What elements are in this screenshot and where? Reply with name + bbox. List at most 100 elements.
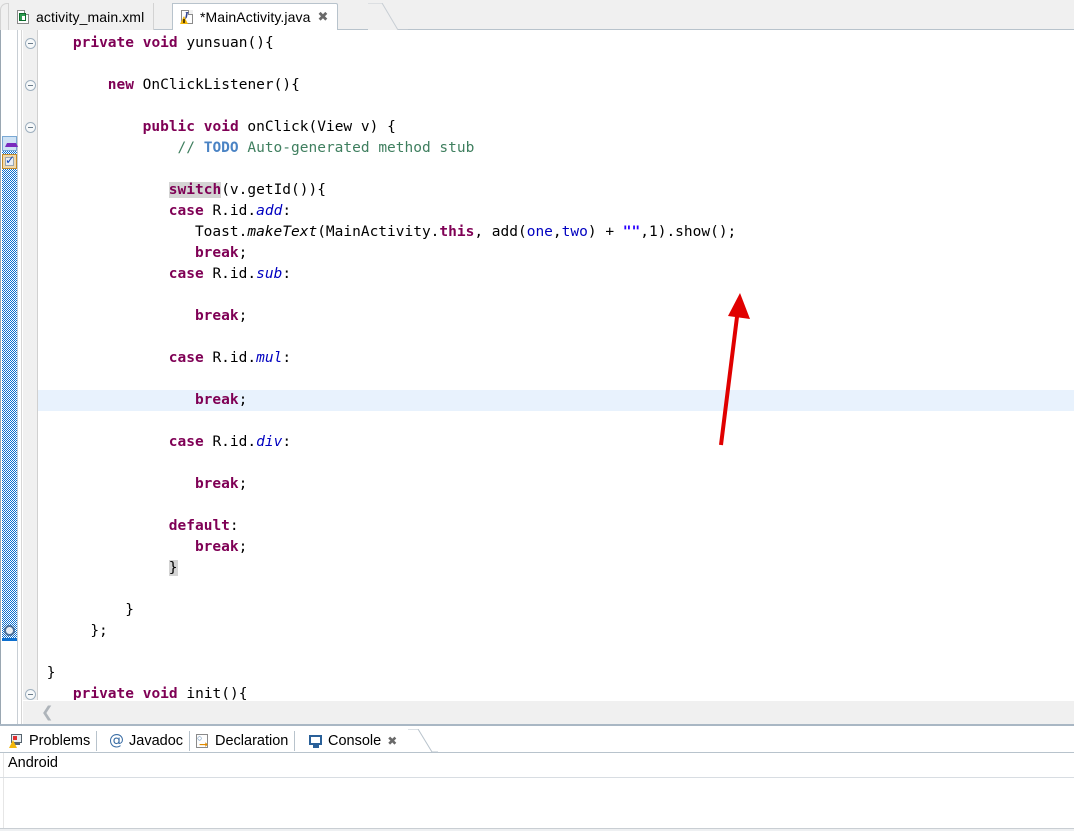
tab-strip-right-slant <box>368 3 408 31</box>
todo-task-marker-icon[interactable]: ✓ <box>2 154 17 169</box>
bookmark-marker-icon[interactable] <box>2 623 17 638</box>
code-line[interactable]: break; <box>38 306 1074 327</box>
code-token: Auto-generated method stub <box>238 140 475 156</box>
code-line[interactable]: new OnClickListener(){ <box>38 75 1074 96</box>
code-token: this <box>439 224 475 240</box>
code-token: add <box>256 203 283 219</box>
code-token: one <box>526 224 553 240</box>
fold-collapse-icon[interactable] <box>25 38 36 49</box>
code-line[interactable]: case R.id.mul: <box>38 348 1074 369</box>
code-line[interactable] <box>38 579 1074 600</box>
code-line[interactable]: private void yunsuan(){ <box>38 33 1074 54</box>
code-line[interactable]: break; <box>38 474 1074 495</box>
code-line[interactable] <box>38 327 1074 348</box>
code-line[interactable] <box>38 411 1074 432</box>
code-line[interactable]: case R.id.add: <box>38 201 1074 222</box>
code-token: private <box>72 35 134 51</box>
editor-horizontal-scrollbar[interactable]: ❮ <box>23 700 1074 726</box>
code-token: } <box>168 560 178 576</box>
bottom-tab-bar: Problems @ Javadoc ○ ➞ Declaration Conso… <box>0 728 1074 753</box>
code-token: R.id. <box>203 203 257 219</box>
code-token: case <box>168 434 204 450</box>
java-file-warning-icon: J <box>180 9 195 25</box>
code-token: two <box>561 224 588 240</box>
code-editor[interactable]: ✓ private void yunsuan(){ new OnClickList… <box>0 30 1074 726</box>
code-line[interactable] <box>38 642 1074 663</box>
code-surface[interactable]: private void yunsuan(){ new OnClickListen… <box>38 30 1074 726</box>
code-line[interactable]: } <box>38 663 1074 684</box>
code-token: ; <box>238 308 248 324</box>
fold-collapse-icon[interactable] <box>25 122 36 133</box>
code-token: ; <box>238 392 248 408</box>
declaration-icon: ○ ➞ <box>196 733 209 751</box>
code-line[interactable] <box>38 54 1074 75</box>
code-token: (v.getId()){ <box>221 182 326 198</box>
code-token: case <box>168 266 204 282</box>
code-token: mul <box>256 350 283 366</box>
code-token: makeText <box>247 224 318 240</box>
code-line[interactable]: } <box>38 558 1074 579</box>
code-token: ,1).show(); <box>640 224 737 240</box>
scroll-left-chevron-icon[interactable]: ❮ <box>41 705 54 720</box>
code-line[interactable] <box>38 369 1074 390</box>
code-line[interactable] <box>38 285 1074 306</box>
code-token: ) + <box>587 224 623 240</box>
code-line[interactable]: public void onClick(View v) { <box>38 117 1074 138</box>
code-token: : <box>282 434 292 450</box>
code-token: div <box>256 434 283 450</box>
code-token: } <box>46 665 56 681</box>
ruler-right-border <box>17 30 18 726</box>
tab-problems[interactable]: Problems <box>4 729 98 753</box>
javadoc-icon: @ <box>109 731 124 749</box>
editor-fold-gutter[interactable] <box>23 30 38 726</box>
folded-region-marker-icon[interactable] <box>2 136 18 151</box>
bottom-tab-label: Problems <box>29 733 91 749</box>
code-token: case <box>168 203 204 219</box>
tab-javadoc[interactable]: @ Javadoc <box>104 729 191 753</box>
close-icon[interactable]: ✖ <box>317 11 328 24</box>
code-token: break <box>194 539 239 555</box>
code-line[interactable]: break; <box>38 537 1074 558</box>
code-line[interactable]: case R.id.sub: <box>38 264 1074 285</box>
scrollbar-thumb-cap[interactable] <box>2 638 17 641</box>
code-line[interactable]: switch(v.getId()){ <box>38 180 1074 201</box>
code-token: , <box>552 224 562 240</box>
tab-declaration[interactable]: ○ ➞ Declaration <box>190 729 296 753</box>
code-line[interactable]: case R.id.div: <box>38 432 1074 453</box>
vertical-scrollbar-thumb[interactable] <box>2 136 17 640</box>
bottom-tab-label: Console <box>328 733 382 749</box>
fold-collapse-icon[interactable] <box>25 689 36 700</box>
editor-tab-bar: activity_main.xml J *MainActivity.java ✖ <box>0 0 1074 31</box>
xml-file-icon <box>16 9 31 25</box>
editor-annotation-ruler[interactable]: ✓ <box>0 30 22 726</box>
editor-tab-mainactivity-java[interactable]: J *MainActivity.java ✖ <box>172 3 339 30</box>
code-line[interactable] <box>38 453 1074 474</box>
console-view[interactable]: Android <box>0 753 1074 831</box>
code-token: }; <box>90 623 108 639</box>
code-line[interactable]: default: <box>38 516 1074 537</box>
close-icon[interactable]: ✖ <box>387 735 397 747</box>
code-token: : <box>282 350 292 366</box>
code-line[interactable]: Toast.makeText(MainActivity.this, add(on… <box>38 222 1074 243</box>
code-line[interactable] <box>38 96 1074 117</box>
code-line[interactable]: break; <box>38 243 1074 264</box>
code-line[interactable] <box>38 495 1074 516</box>
code-line[interactable]: break; <box>38 390 1074 411</box>
fold-collapse-icon[interactable] <box>25 80 36 91</box>
code-token: : <box>282 266 292 282</box>
code-line[interactable]: }; <box>38 621 1074 642</box>
code-line[interactable]: } <box>38 600 1074 621</box>
tab-console[interactable]: Console ✖ <box>303 729 404 753</box>
code-line[interactable] <box>38 159 1074 180</box>
code-token: , add( <box>474 224 527 240</box>
code-token: ; <box>238 539 248 555</box>
console-title: Android <box>8 755 58 771</box>
code-token: ; <box>238 245 248 261</box>
code-line[interactable]: // TODO Auto-generated method stub <box>38 138 1074 159</box>
code-token: (MainActivity. <box>317 224 440 240</box>
code-token: switch <box>168 182 222 198</box>
code-token: // <box>177 140 204 156</box>
editor-tab-activity-main-xml[interactable]: activity_main.xml <box>8 3 155 30</box>
ide-window: activity_main.xml J *MainActivity.java ✖… <box>0 0 1074 831</box>
